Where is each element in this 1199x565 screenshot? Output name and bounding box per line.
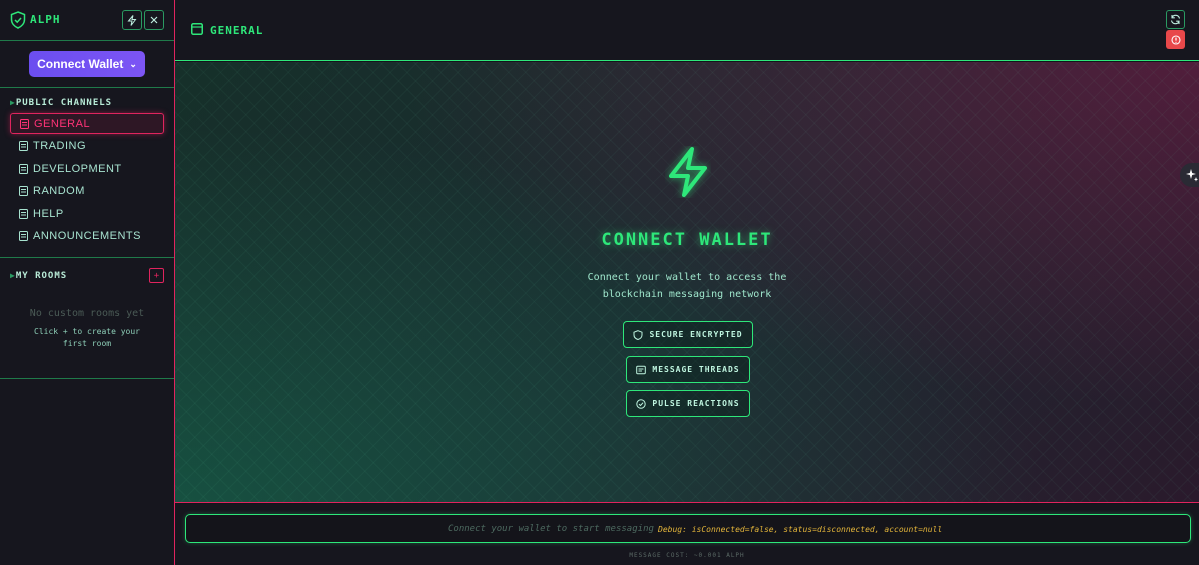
- channel-label: TRADING: [33, 139, 86, 152]
- my-rooms-heading[interactable]: ▶MY ROOMS: [10, 271, 67, 281]
- channel-label: HELP: [33, 207, 64, 220]
- alert-circle-icon: [1170, 34, 1181, 45]
- channel-header: GENERAL: [175, 0, 1199, 61]
- app-root: ALPH Connect Wallet ⌄ ▶PUBLIC CHANNELS G…: [0, 0, 1199, 565]
- brand-name: ALPH: [30, 13, 61, 26]
- alert-button[interactable]: [1166, 30, 1185, 49]
- channel-icon: [19, 163, 28, 174]
- feature-label: SECURE ENCRYPTED: [649, 330, 743, 339]
- lightning-icon: [127, 14, 137, 26]
- channel-item-general[interactable]: GENERAL: [10, 113, 164, 134]
- channel-icon: [20, 118, 29, 129]
- public-channels-heading[interactable]: ▶PUBLIC CHANNELS: [10, 98, 112, 108]
- ai-assistant-button[interactable]: [1180, 163, 1199, 187]
- channel-label: ANNOUNCEMENTS: [33, 229, 141, 242]
- sparkle-icon: [1186, 169, 1198, 182]
- channel-label: GENERAL: [34, 117, 91, 130]
- connect-wallet-title: CONNECT WALLET: [601, 230, 773, 250]
- close-sidebar-button[interactable]: [144, 10, 164, 30]
- message-cost: MESSAGE COST: ~0.001 ALPH: [629, 552, 745, 559]
- divider: [0, 378, 174, 379]
- feature-label: PULSE REACTIONS: [652, 399, 740, 408]
- message-icon: [636, 365, 647, 374]
- channel-item-trading[interactable]: TRADING: [10, 135, 164, 156]
- channel-item-announcements[interactable]: ANNOUNCEMENTS: [10, 225, 164, 246]
- divider: [0, 257, 174, 258]
- wallet-section: Connect Wallet ⌄: [0, 41, 174, 88]
- connect-wallet-label: Connect Wallet: [37, 57, 124, 71]
- feature-message-threads: MESSAGE THREADS: [626, 356, 750, 383]
- channel-item-development[interactable]: DEVELOPMENT: [10, 158, 164, 179]
- chevron-down-icon: ⌄: [129, 58, 137, 69]
- connect-wallet-description: Connect your wallet to access the blockc…: [587, 272, 787, 300]
- sidebar: ALPH Connect Wallet ⌄ ▶PUBLIC CHANNELS G…: [0, 0, 175, 565]
- lightning-icon: [669, 147, 707, 197]
- channel-item-random[interactable]: RANDOM: [10, 180, 164, 201]
- pulse-button[interactable]: [122, 10, 142, 30]
- main-panel: GENERAL CONNECT WALLET Connect your wall…: [175, 0, 1199, 565]
- channel-label: DEVELOPMENT: [33, 162, 122, 175]
- feature-label: MESSAGE THREADS: [652, 365, 740, 374]
- add-room-button[interactable]: +: [149, 268, 164, 283]
- feature-pulse-reactions: PULSE REACTIONS: [626, 390, 750, 417]
- channel-icon: [191, 23, 203, 35]
- channel-icon: [19, 208, 28, 219]
- channel-icon: [19, 140, 28, 151]
- message-placeholder: Connect your wallet to start messaging: [448, 524, 654, 534]
- refresh-icon: [1170, 14, 1181, 25]
- message-input[interactable]: Connect your wallet to start messaging D…: [185, 514, 1191, 543]
- channel-title: GENERAL: [210, 24, 264, 37]
- empty-rooms-text: No custom rooms yet: [29, 308, 145, 319]
- shield-icon: [633, 329, 643, 340]
- sidebar-header: ALPH: [0, 0, 174, 41]
- composer-footer: Connect your wallet to start messaging D…: [175, 504, 1199, 565]
- refresh-button[interactable]: [1166, 10, 1185, 29]
- channel-item-help[interactable]: HELP: [10, 203, 164, 224]
- channel-icon: [19, 230, 28, 241]
- content-area: CONNECT WALLET Connect your wallet to ac…: [175, 62, 1199, 503]
- check-circle-icon: [636, 398, 647, 409]
- debug-status: Debug: isConnected=false, status=disconn…: [658, 525, 943, 534]
- shield-check-icon: [10, 11, 26, 29]
- empty-rooms-hint: Click + to create your first room: [34, 327, 140, 348]
- public-channels-title: PUBLIC CHANNELS: [15, 98, 113, 108]
- my-rooms-title: MY ROOMS: [15, 271, 68, 281]
- channel-label: RANDOM: [33, 184, 85, 197]
- channel-icon: [19, 185, 28, 196]
- close-icon: [150, 16, 158, 24]
- connect-wallet-button[interactable]: Connect Wallet ⌄: [29, 51, 145, 77]
- feature-secure-encrypted: SECURE ENCRYPTED: [623, 321, 753, 348]
